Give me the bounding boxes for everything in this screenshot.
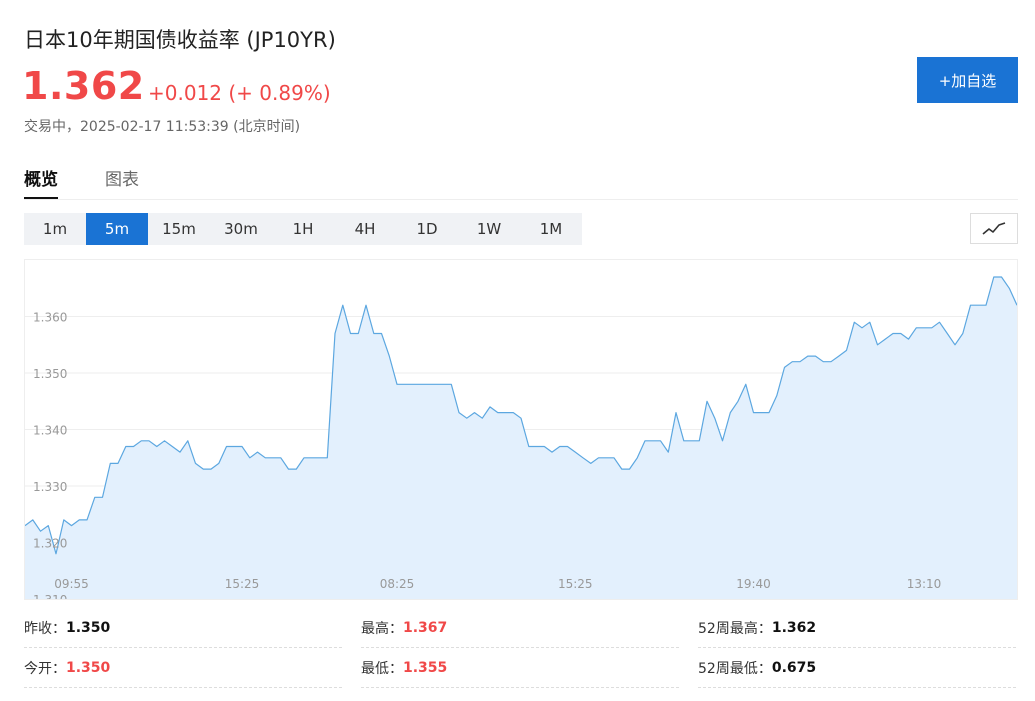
stat-label: 最低： [361,660,403,677]
y-tick-label: 1.320 [33,537,67,551]
period-1mo[interactable]: 1M [520,213,582,245]
period-1w[interactable]: 1W [458,213,520,245]
stat-label: 最高： [361,620,403,637]
yield-chart[interactable]: 1.310 1.320 1.330 1.340 1.350 1.360 09:55 15:25… [24,259,1018,600]
stat-high: 最高： 1.367 [361,608,679,648]
trading-status: 交易中，2025-02-17 11:53:39 (北京时间) [24,119,301,135]
x-tick-label: 19:40 [736,577,771,591]
period-30m[interactable]: 30m [210,213,272,245]
period-selector: 1m 5m 15m 30m 1H 4H 1D 1W 1M [24,213,582,245]
stat-label: 52周最高： [698,620,772,637]
period-4h[interactable]: 4H [334,213,396,245]
stat-label: 昨收： [24,620,66,637]
x-tick-label: 15:25 [225,577,260,591]
add-watchlist-button[interactable]: +加自选 [917,57,1018,103]
period-1m[interactable]: 1m [24,213,86,245]
page-title: 日本10年期国债收益率 (JP10YR) [24,28,336,52]
stat-value: 1.350 [66,619,111,636]
stat-value: 0.675 [771,659,817,676]
period-1d[interactable]: 1D [396,213,458,245]
stat-52w-low: 52周最低： 0.675 [698,648,1016,688]
stat-label: 今开： [24,660,66,677]
x-tick-label: 13:10 [907,577,942,591]
stat-52w-high: 52周最高： 1.362 [698,608,1016,648]
period-1h[interactable]: 1H [272,213,334,245]
stat-value: 1.350 [66,659,111,676]
stat-low: 最低： 1.355 [361,648,679,688]
period-5m[interactable]: 5m [86,213,148,245]
stat-value: 1.355 [403,659,448,676]
current-price: 1.362 [22,64,145,108]
stat-label: 52周最低： [698,660,772,677]
x-tick-label: 08:25 [380,577,415,591]
chart-canvas: 1.310 1.320 1.330 1.340 1.350 1.360 09:55 15:25… [25,276,1017,599]
y-tick-label: 1.350 [33,367,67,381]
line-chart-icon [982,221,1006,235]
series-area [25,277,1017,599]
y-tick-label: 1.310 [33,593,67,599]
price-change: +0.012 (+ 0.89%) [148,81,331,105]
stat-value: 1.362 [771,619,817,636]
y-tick-label: 1.360 [33,311,67,325]
tab-bar: 概览 图表 [24,162,1018,200]
x-tick-label: 15:25 [558,577,593,591]
chart-type-button[interactable] [970,213,1018,244]
period-15m[interactable]: 15m [148,213,210,245]
stat-prev-close: 昨收： 1.350 [24,608,342,648]
tab-chart[interactable]: 图表 [105,165,139,199]
stat-value: 1.367 [403,619,448,636]
tab-overview[interactable]: 概览 [24,165,58,199]
stat-open: 今开： 1.350 [24,648,342,688]
y-tick-label: 1.340 [33,424,67,438]
y-tick-label: 1.330 [33,480,67,494]
x-tick-label: 09:55 [54,577,89,591]
